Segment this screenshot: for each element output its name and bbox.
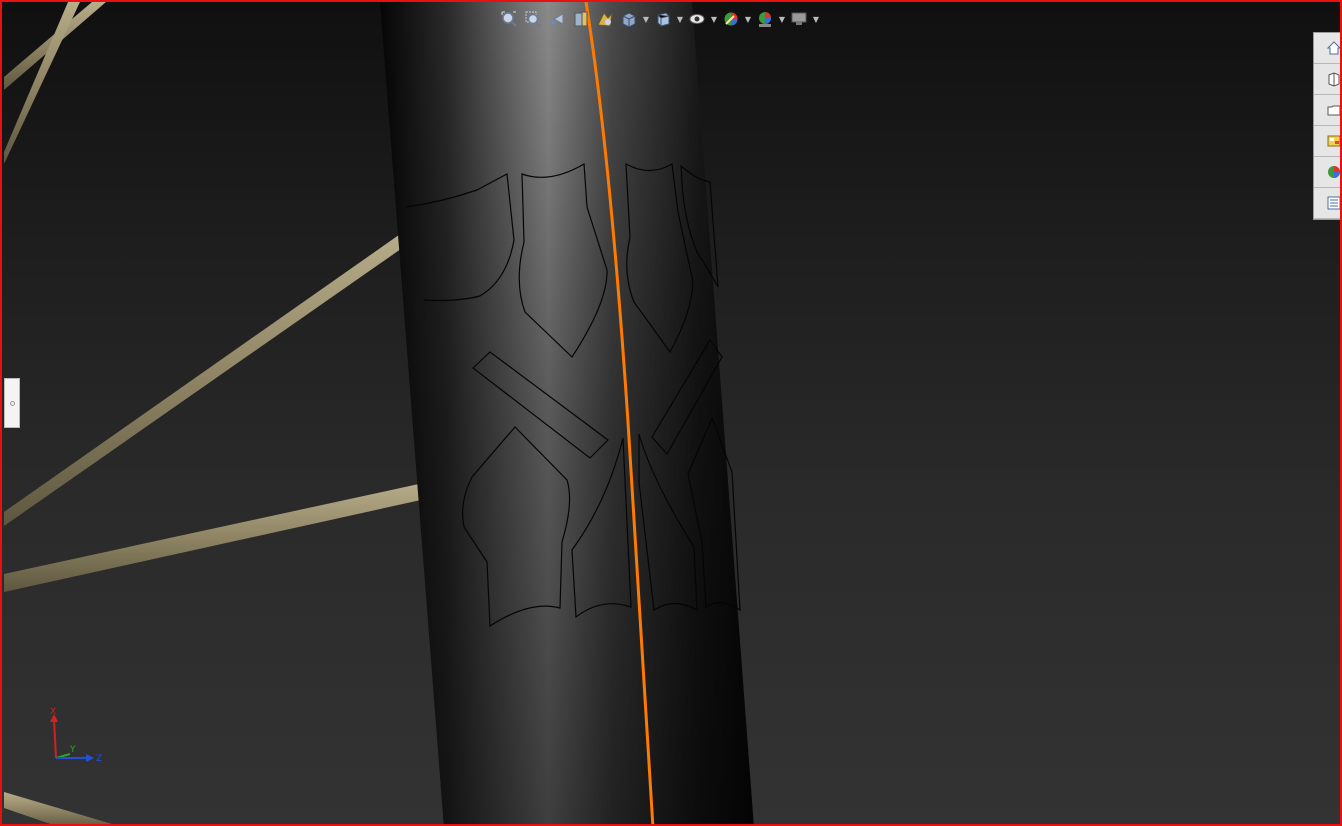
edit-appearance-icon (724, 12, 738, 26)
edit-appearance-button[interactable] (720, 8, 742, 30)
custom-properties-icon (1327, 196, 1340, 210)
display-style-dropdown[interactable]: ▼ (676, 8, 684, 30)
hide-show-items-icon (689, 14, 705, 24)
heads-up-view-toolbar: ▼ ▼ ▼ ▼ ▼ ▼ (498, 6, 820, 32)
strut-2 (4, 2, 80, 164)
section-view-button[interactable] (570, 8, 592, 30)
view-palette-icon (1327, 135, 1340, 147)
view-settings-button[interactable] (788, 8, 810, 30)
task-pane-tabs (1313, 32, 1340, 220)
view-orientation-button[interactable] (618, 8, 640, 30)
tab-view-palette[interactable] (1314, 126, 1340, 157)
tab-design-library[interactable] (1314, 64, 1340, 95)
file-explorer-icon (1327, 105, 1340, 116)
view-settings-icon (791, 12, 807, 25)
view-orientation-icon (622, 12, 636, 28)
zoom-to-area-button[interactable] (522, 8, 544, 30)
view-orientation-dropdown[interactable]: ▼ (642, 8, 650, 30)
z-axis-arrow (86, 754, 94, 762)
previous-view-icon (550, 13, 564, 25)
edit-appearance-dropdown[interactable]: ▼ (744, 8, 752, 30)
zoom-to-area-icon (525, 11, 541, 27)
graphics-area[interactable]: ▼ ▼ ▼ ▼ ▼ ▼ X Y Z (0, 0, 1342, 826)
apply-scene-button[interactable] (754, 8, 776, 30)
tab-appearances-scenes[interactable] (1314, 157, 1340, 188)
strut-4 (4, 482, 430, 592)
display-style-button[interactable] (652, 8, 674, 30)
strut-3 (4, 230, 408, 526)
view-settings-dropdown[interactable]: ▼ (812, 8, 820, 30)
background-struts (4, 2, 430, 824)
design-library-icon (1328, 72, 1340, 87)
zoom-to-fit-button[interactable] (498, 8, 520, 30)
home-resources-icon (1326, 41, 1340, 55)
tab-home-resources[interactable] (1314, 33, 1340, 64)
triad-z-label: Z (96, 754, 102, 764)
dynamic-annotation-views-icon (597, 12, 613, 27)
tube-body[interactable] (380, 2, 754, 826)
triad-y-label: Y (69, 745, 76, 755)
tab-custom-properties[interactable] (1314, 188, 1340, 219)
strut-5 (4, 792, 112, 824)
dynamic-annotation-views-button[interactable] (594, 8, 616, 30)
apply-scene-icon (759, 12, 771, 27)
previous-view-button[interactable] (546, 8, 568, 30)
featuremanager-flyout-handle[interactable] (4, 378, 20, 428)
reference-triad: X Y Z (50, 707, 102, 764)
apply-scene-dropdown[interactable]: ▼ (778, 8, 786, 30)
x-axis (53, 719, 57, 759)
hide-show-items-button[interactable] (686, 8, 708, 30)
section-view-icon (574, 11, 588, 27)
model-scene[interactable] (2, 2, 1342, 826)
zoom-to-fit-icon (501, 11, 517, 27)
tab-file-explorer[interactable] (1314, 95, 1340, 126)
handle-dot-icon (9, 400, 15, 406)
display-style-icon (657, 12, 670, 27)
appearances-scenes-icon (1328, 166, 1340, 178)
triad-x-label: X (50, 707, 56, 717)
hide-show-items-dropdown[interactable]: ▼ (710, 8, 718, 30)
